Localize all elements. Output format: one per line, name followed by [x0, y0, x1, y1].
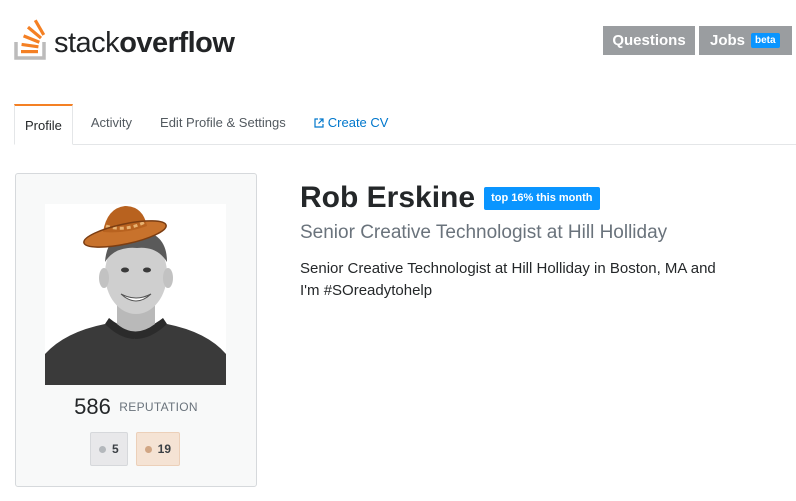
- stack-logo-icon: [14, 19, 46, 60]
- profile-info: Rob Erskine top 16% this month Senior Cr…: [300, 180, 780, 302]
- user-name: Rob Erskine: [300, 181, 476, 214]
- rank-badge[interactable]: top 16% this month: [484, 186, 600, 210]
- logo-wordmark: stackoverflow: [54, 27, 235, 59]
- silver-badges[interactable]: 5: [90, 432, 128, 466]
- logo-text-overflow: overflow: [119, 27, 235, 59]
- badge-counts: 5 19: [90, 432, 180, 466]
- avatar[interactable]: [45, 204, 226, 385]
- tab-activity[interactable]: Activity: [81, 104, 142, 144]
- silver-badge-count: 5: [112, 442, 119, 456]
- bio-line-1: Senior Creative Technologist at Hill Hol…: [300, 260, 716, 277]
- tab-activity-label: Activity: [90, 115, 133, 130]
- profile-tabs: Profile Activity Edit Profile & Settings…: [14, 104, 796, 145]
- top-navigation: Questions Jobs beta: [603, 26, 792, 55]
- user-bio: Senior Creative Technologist at Hill Hol…: [300, 258, 770, 302]
- reputation: 586 REPUTATION: [16, 394, 256, 420]
- tab-create-cv-label: Create CV: [327, 115, 389, 130]
- avatar-photo: [45, 204, 226, 385]
- bronze-badge-icon: [145, 445, 152, 453]
- bronze-badge-count: 19: [157, 442, 171, 456]
- jobs-label: Jobs: [710, 32, 746, 49]
- reputation-label: REPUTATION: [119, 400, 198, 414]
- tab-edit-profile-settings[interactable]: Edit Profile & Settings: [150, 104, 296, 144]
- silver-badge-icon: [99, 445, 106, 453]
- tab-profile-label: Profile: [25, 117, 62, 133]
- reputation-count: 586: [74, 394, 111, 419]
- user-card: 586 REPUTATION 5 19: [15, 173, 257, 487]
- jobs-button[interactable]: Jobs beta: [699, 26, 792, 55]
- logo-text-stack: stack: [54, 27, 120, 59]
- questions-button[interactable]: Questions: [603, 26, 695, 55]
- tab-edit-label: Edit Profile & Settings: [160, 115, 286, 130]
- external-link-icon: [314, 117, 324, 128]
- beta-badge: beta: [751, 33, 780, 48]
- stackoverflow-logo[interactable]: stackoverflow: [14, 16, 235, 60]
- tab-profile[interactable]: Profile: [14, 104, 73, 145]
- user-title: Senior Creative Technologist at Hill Hol…: [300, 222, 668, 243]
- tab-create-cv[interactable]: Create CV: [304, 104, 399, 144]
- name-row: Rob Erskine top 16% this month: [300, 180, 780, 216]
- bronze-badges[interactable]: 19: [136, 432, 180, 466]
- bio-line-2: I'm #SOreadytohelp: [300, 281, 433, 299]
